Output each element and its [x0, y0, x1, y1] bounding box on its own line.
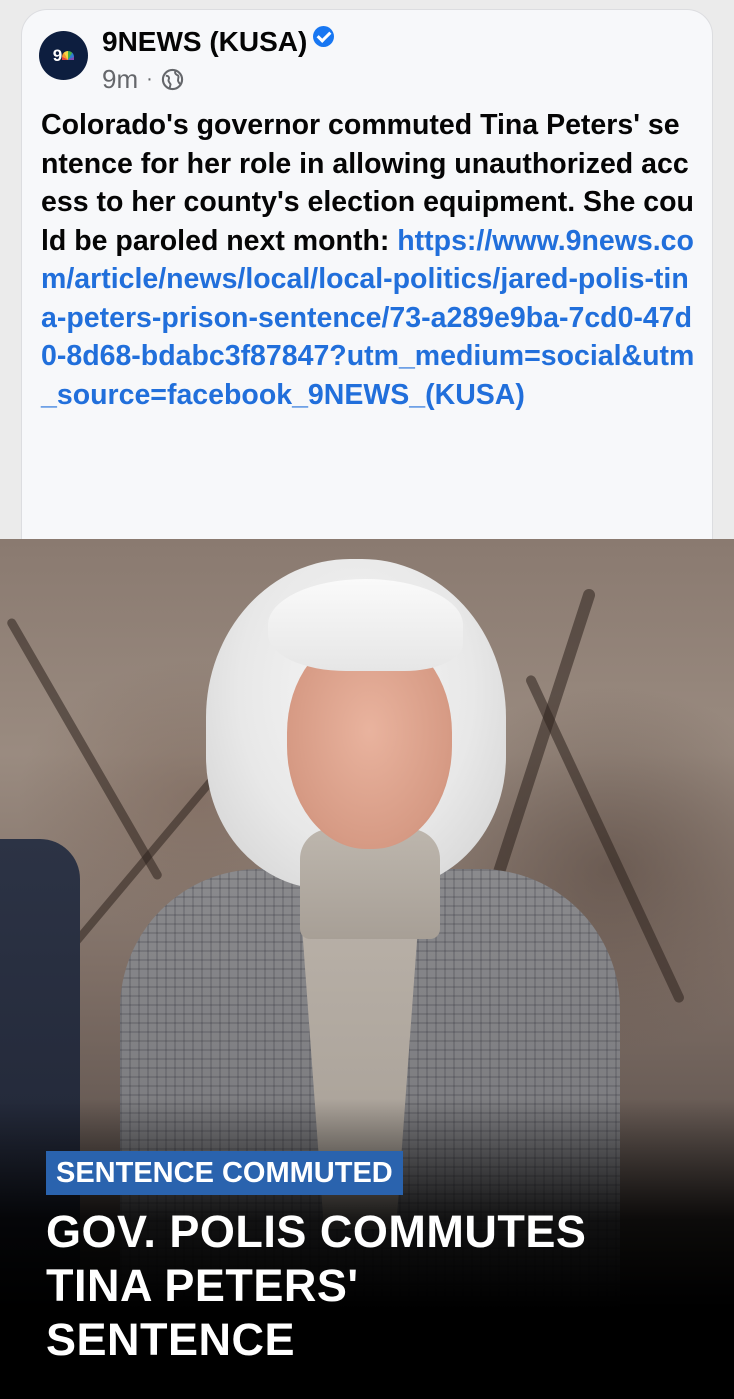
post-meta: 9m · — [102, 64, 184, 95]
globe-icon[interactable] — [161, 68, 184, 91]
verified-badge-icon — [313, 26, 335, 47]
post-card: 9 9NEWS (KUSA) 9m · Colorado's governor … — [21, 9, 713, 549]
page-name-link[interactable]: 9NEWS (KUSA) — [102, 26, 335, 58]
image-headline: GOV. POLIS COMMUTES TINA PETERS' SENTENC… — [46, 1205, 706, 1367]
headline-line: GOV. POLIS COMMUTES — [46, 1206, 587, 1257]
headline-line: TINA PETERS' — [46, 1260, 359, 1311]
post-image[interactable]: SENTENCE COMMUTED GOV. POLIS COMMUTES TI… — [0, 539, 734, 1399]
page-avatar[interactable]: 9 — [39, 31, 88, 80]
avatar-logo-text: 9 — [52, 45, 63, 65]
post-message: Colorado's governor commuted Tina Peters… — [41, 106, 696, 414]
post-time[interactable]: 9m — [102, 64, 138, 95]
headline-line: SENTENCE — [46, 1314, 296, 1365]
meta-separator: · — [146, 68, 153, 90]
peacock-logo-icon — [62, 51, 75, 60]
page-name: 9NEWS (KUSA) — [102, 26, 308, 57]
person-bangs — [268, 579, 463, 671]
image-tag-label: SENTENCE COMMUTED — [46, 1151, 403, 1195]
